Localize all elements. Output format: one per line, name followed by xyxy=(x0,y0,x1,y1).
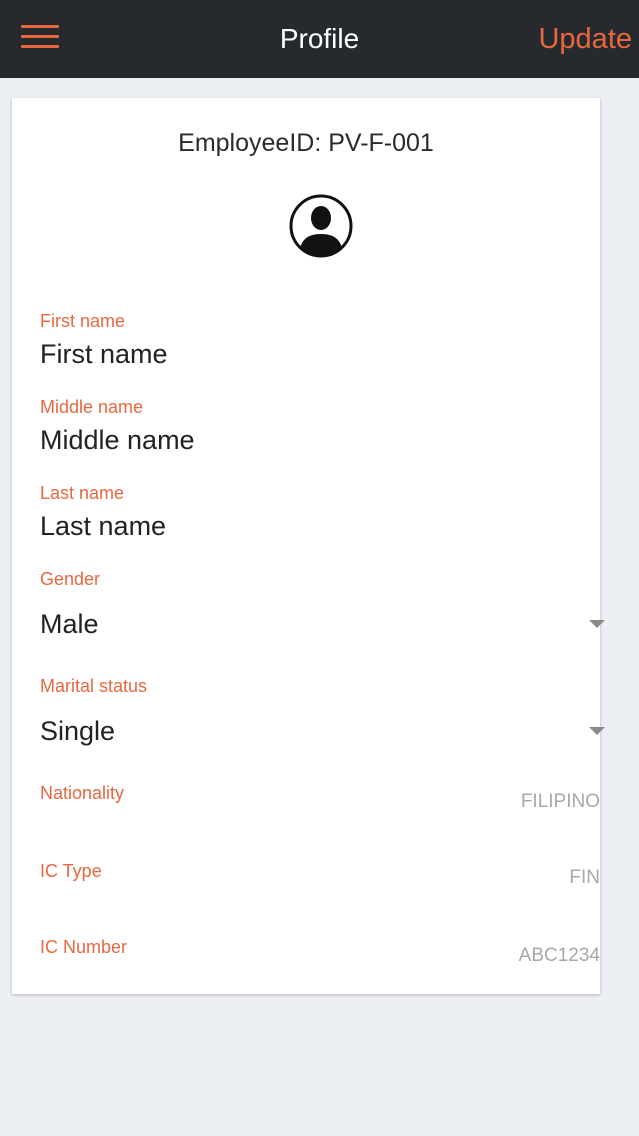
marital-status-value: Single xyxy=(40,716,116,746)
user-avatar-icon[interactable] xyxy=(289,194,353,258)
profile-card: EmployeeID: PV-F-001 First name First na… xyxy=(12,98,605,994)
nationality-label: Nationality xyxy=(40,783,125,803)
gender-label: Gender xyxy=(40,569,101,589)
gender-value: Male xyxy=(40,609,99,639)
dropdown-arrow-icon xyxy=(589,620,605,628)
update-button[interactable]: Update xyxy=(538,22,632,56)
middle-name-input[interactable]: Middle name xyxy=(40,424,195,456)
middle-name-label: Middle name xyxy=(40,397,144,417)
ic-number-value: ABC1234 xyxy=(518,945,600,966)
ic-type-label: IC Type xyxy=(40,861,102,881)
last-name-input[interactable]: Last name xyxy=(40,510,166,542)
first-name-label: First name xyxy=(40,311,126,331)
first-name-input[interactable]: First name xyxy=(40,338,168,370)
dropdown-arrow-icon xyxy=(589,727,605,735)
top-app-bar: Profile Update xyxy=(0,0,639,78)
nationality-value: FILIPINO xyxy=(520,791,600,812)
last-name-label: Last name xyxy=(40,483,125,503)
ic-number-label: IC Number xyxy=(40,937,128,957)
employee-id: EmployeeID: PV-F-001 xyxy=(178,129,434,157)
gender-select[interactable]: Male xyxy=(40,604,605,644)
ic-type-value: FIN xyxy=(569,867,600,888)
marital-status-select[interactable]: Single xyxy=(40,711,605,751)
marital-status-label: Marital status xyxy=(40,676,148,696)
